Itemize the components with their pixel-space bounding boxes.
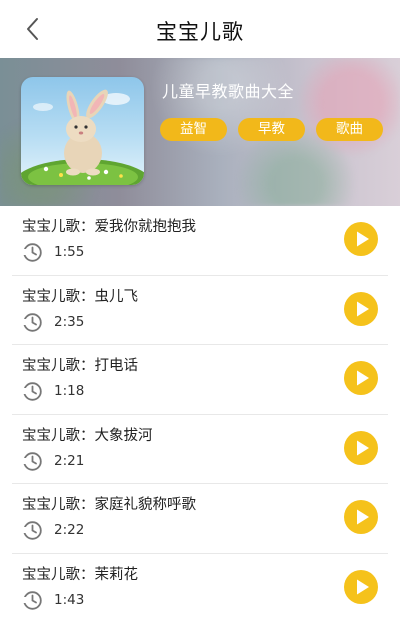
song-title: 宝宝儿歌：茉莉花 xyxy=(22,566,138,583)
album-tags: 益智 早教 歌曲 xyxy=(160,118,383,141)
album-title: 儿童早教歌曲大全 xyxy=(162,82,295,101)
tag-early-education[interactable]: 早教 xyxy=(238,118,305,141)
play-icon xyxy=(357,370,369,386)
clock-icon xyxy=(22,243,42,262)
song-duration: 1:43 xyxy=(54,591,85,608)
album-banner: 儿童早教歌曲大全 益智 早教 歌曲 xyxy=(0,58,400,206)
play-icon xyxy=(357,231,369,247)
song-title: 宝宝儿歌：打电话 xyxy=(22,358,138,374)
play-button[interactable] xyxy=(344,361,378,395)
play-icon xyxy=(357,579,369,594)
play-button[interactable] xyxy=(344,291,378,326)
song-duration: 1:55 xyxy=(54,244,85,260)
song-duration: 2:35 xyxy=(54,313,85,330)
song-title: 宝宝儿歌：大象拔河 xyxy=(22,427,153,444)
play-button[interactable] xyxy=(344,222,378,256)
play-icon xyxy=(357,440,369,455)
song-title: 宝宝儿歌：家庭礼貌称呼歌 xyxy=(22,497,196,513)
song-row[interactable]: 宝宝儿歌：虫儿飞 2:35 xyxy=(12,276,388,345)
clock-icon xyxy=(22,521,42,540)
bunny-illustration xyxy=(21,89,144,185)
song-row[interactable]: 宝宝儿歌：家庭礼貌称呼歌 2:22 xyxy=(12,484,388,554)
clock-icon xyxy=(22,312,42,332)
page-title: 宝宝儿歌 xyxy=(156,20,244,44)
play-button[interactable] xyxy=(344,430,378,465)
song-row[interactable]: 宝宝儿歌：打电话 1:18 xyxy=(12,345,388,415)
play-icon xyxy=(357,509,369,525)
album-cover-image[interactable] xyxy=(21,77,144,185)
song-row[interactable]: 宝宝儿歌：茉莉花 1:43 xyxy=(12,554,388,620)
song-list: 宝宝儿歌：爱我你就抱抱我 1:55 宝宝儿歌：虫儿飞 2:35 宝宝儿歌：打电话 xyxy=(0,206,400,620)
clock-icon xyxy=(22,590,42,610)
song-duration: 1:18 xyxy=(54,383,85,399)
play-button[interactable] xyxy=(344,500,378,534)
play-icon xyxy=(357,301,369,316)
song-duration: 2:22 xyxy=(54,522,85,538)
tag-songs[interactable]: 歌曲 xyxy=(316,118,383,141)
song-title: 宝宝儿歌：爱我你就抱抱我 xyxy=(22,219,196,235)
clock-icon xyxy=(22,451,42,471)
song-duration: 2:21 xyxy=(54,452,85,469)
clock-icon xyxy=(22,382,42,401)
app-header: 宝宝儿歌 xyxy=(0,0,400,60)
play-button[interactable] xyxy=(344,569,378,604)
song-row[interactable]: 宝宝儿歌：爱我你就抱抱我 1:55 xyxy=(12,206,388,276)
tag-puzzle[interactable]: 益智 xyxy=(160,118,227,141)
song-title: 宝宝儿歌：虫儿飞 xyxy=(22,288,138,305)
song-row[interactable]: 宝宝儿歌：大象拔河 2:21 xyxy=(12,415,388,484)
